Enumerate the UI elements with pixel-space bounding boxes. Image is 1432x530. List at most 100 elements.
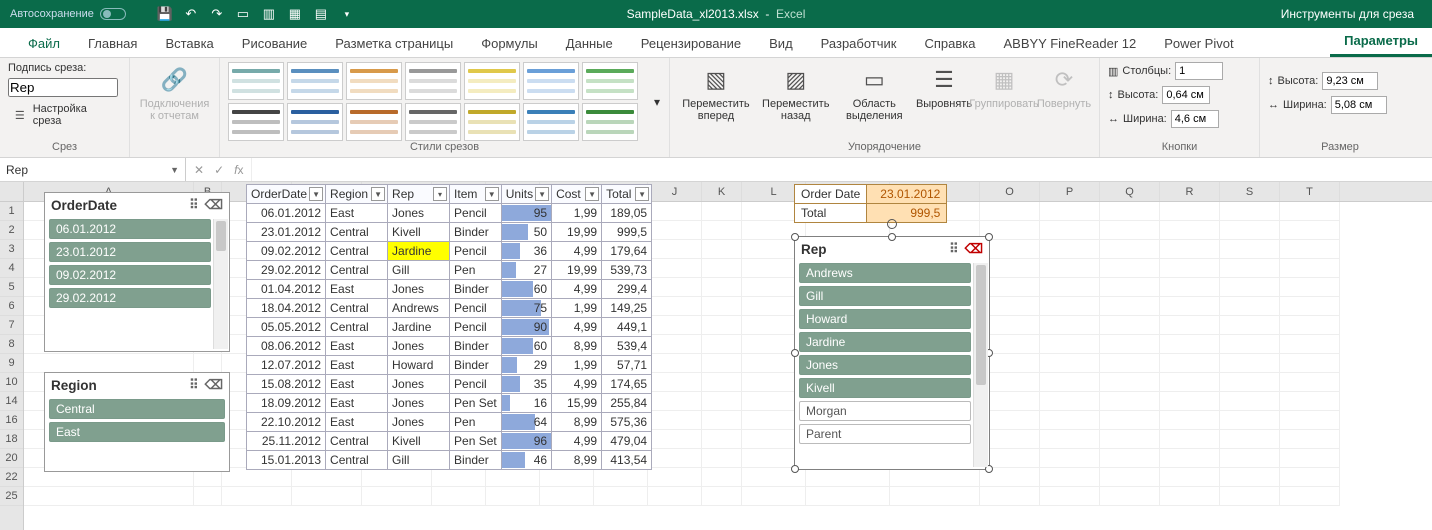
filter-dropdown-icon[interactable]: ▼ xyxy=(371,187,385,201)
table-row[interactable]: 18.04.2012CentralAndrewsPencil751,99149,… xyxy=(247,299,652,318)
row-header[interactable]: 5 xyxy=(0,278,23,297)
slicer-item[interactable]: Jardine xyxy=(799,332,971,352)
column-header[interactable]: S xyxy=(1220,182,1280,201)
table-cell[interactable]: 96 xyxy=(501,432,551,451)
slicer-item[interactable]: Jones xyxy=(799,355,971,375)
table-cell[interactable]: 15,99 xyxy=(552,394,602,413)
table-cell[interactable]: Central xyxy=(326,451,388,470)
tab-review[interactable]: Рецензирование xyxy=(627,30,755,57)
tab-abbyy[interactable]: ABBYY FineReader 12 xyxy=(989,30,1150,57)
slicer-item[interactable]: 06.01.2012 xyxy=(49,219,211,239)
table-cell[interactable]: Jardine xyxy=(388,242,450,261)
column-header[interactable]: Q xyxy=(1100,182,1160,201)
table-cell[interactable]: Central xyxy=(326,261,388,280)
table-cell[interactable]: Pencil xyxy=(450,204,502,223)
tab-draw[interactable]: Рисование xyxy=(228,30,321,57)
table-cell[interactable]: Pen xyxy=(450,261,502,280)
table-cell[interactable]: 255,84 xyxy=(602,394,652,413)
multiselect-icon[interactable]: ⠿ xyxy=(949,241,959,257)
row-header[interactable]: 2 xyxy=(0,221,23,240)
table-cell[interactable]: 299,4 xyxy=(602,280,652,299)
row-header[interactable]: 10 xyxy=(0,373,23,392)
name-box[interactable]: Rep▼ xyxy=(0,158,186,181)
table-cell[interactable]: 27 xyxy=(501,261,551,280)
table-cell[interactable]: 4,99 xyxy=(552,242,602,261)
slicer-item[interactable]: Gill xyxy=(799,286,971,306)
qat-icon[interactable]: ▥ xyxy=(260,5,278,23)
table-cell[interactable]: Central xyxy=(326,299,388,318)
table-cell[interactable]: 05.05.2012 xyxy=(247,318,326,337)
chevron-down-icon[interactable]: ▼ xyxy=(170,165,179,175)
filter-dropdown-icon[interactable]: ▼ xyxy=(309,187,323,201)
slicer-caption-input[interactable] xyxy=(8,78,118,97)
table-row[interactable]: 08.06.2012EastJonesBinder608,99539,4 xyxy=(247,337,652,356)
scrollbar[interactable] xyxy=(213,219,228,349)
table-cell[interactable]: Kivell xyxy=(388,432,450,451)
table-cell[interactable]: Gill xyxy=(388,261,450,280)
table-cell[interactable]: Jones xyxy=(388,337,450,356)
slicer-style-gallery[interactable] xyxy=(228,62,648,141)
table-cell[interactable]: East xyxy=(326,356,388,375)
selection-pane-button[interactable]: ▭Область выделения xyxy=(838,62,911,124)
column-header[interactable]: J xyxy=(648,182,702,201)
row-header[interactable]: 22 xyxy=(0,468,23,487)
slicer-item[interactable]: East xyxy=(49,422,225,442)
table-cell[interactable]: 08.06.2012 xyxy=(247,337,326,356)
slicer-region[interactable]: Region ⠿⌫ CentralEast xyxy=(44,372,230,472)
tab-insert[interactable]: Вставка xyxy=(151,30,227,57)
table-cell[interactable]: 413,54 xyxy=(602,451,652,470)
filter-dropdown-icon[interactable]: ▼ xyxy=(635,187,649,201)
align-button[interactable]: ☰Выровнять xyxy=(917,62,971,112)
filter-dropdown-icon[interactable]: ▼ xyxy=(585,187,599,201)
table-cell[interactable]: Andrews xyxy=(388,299,450,318)
table-cell[interactable]: Pen Set xyxy=(450,394,502,413)
row-header[interactable]: 18 xyxy=(0,430,23,449)
data-table[interactable]: OrderDate▼Region▼Rep▾Item▼Units▼Cost▼Tot… xyxy=(246,184,652,470)
row-header[interactable]: 25 xyxy=(0,487,23,506)
row-header[interactable]: 20 xyxy=(0,449,23,468)
table-row[interactable]: 01.04.2012EastJonesBinder604,99299,4 xyxy=(247,280,652,299)
table-cell[interactable]: 19,99 xyxy=(552,223,602,242)
slicer-rep[interactable]: Rep ⠿⌫ AndrewsGillHowardJardineJonesKive… xyxy=(794,236,990,470)
table-cell[interactable]: 60 xyxy=(501,280,551,299)
table-row[interactable]: 25.11.2012CentralKivellPen Set964,99479,… xyxy=(247,432,652,451)
table-cell[interactable]: Kivell xyxy=(388,223,450,242)
clear-filter-icon[interactable]: ⌫ xyxy=(205,377,223,393)
qat-icon[interactable]: ▭ xyxy=(234,5,252,23)
btn-height-input[interactable] xyxy=(1162,86,1210,104)
table-cell[interactable]: 449,1 xyxy=(602,318,652,337)
column-header[interactable]: O xyxy=(980,182,1040,201)
table-row[interactable]: 06.01.2012EastJonesPencil951,99189,05 xyxy=(247,204,652,223)
column-header-cell[interactable]: Rep▾ xyxy=(388,185,450,204)
table-cell[interactable]: 16 xyxy=(501,394,551,413)
table-cell[interactable]: 4,99 xyxy=(552,432,602,451)
table-cell[interactable]: 19,99 xyxy=(552,261,602,280)
tab-file[interactable]: Файл xyxy=(14,30,74,57)
table-cell[interactable]: Jones xyxy=(388,394,450,413)
row-header[interactable]: 3 xyxy=(0,240,23,259)
table-cell[interactable]: Gill xyxy=(388,451,450,470)
table-row[interactable]: 29.02.2012CentralGillPen2719,99539,73 xyxy=(247,261,652,280)
slicer-settings-button[interactable]: ☰ Настройка среза xyxy=(8,101,121,129)
slicer-item[interactable]: Morgan xyxy=(799,401,971,421)
table-cell[interactable]: Central xyxy=(326,318,388,337)
column-header[interactable]: K xyxy=(702,182,742,201)
report-connections-button[interactable]: 🔗 Подключения к отчетам xyxy=(138,62,211,124)
table-cell[interactable]: 29.02.2012 xyxy=(247,261,326,280)
table-cell[interactable]: Central xyxy=(326,242,388,261)
table-cell[interactable]: Pencil xyxy=(450,375,502,394)
tab-slicer-options[interactable]: Параметры xyxy=(1330,27,1432,57)
table-cell[interactable]: Jones xyxy=(388,280,450,299)
enter-icon[interactable]: ✓ xyxy=(214,163,224,177)
scrollbar[interactable] xyxy=(973,263,988,467)
table-cell[interactable]: 8,99 xyxy=(552,413,602,432)
table-cell[interactable]: 57,71 xyxy=(602,356,652,375)
resize-handle[interactable] xyxy=(791,233,799,241)
table-cell[interactable]: 575,36 xyxy=(602,413,652,432)
resize-handle[interactable] xyxy=(791,349,799,357)
formula-input[interactable] xyxy=(252,158,1432,181)
slicer-item[interactable]: Howard xyxy=(799,309,971,329)
row-header[interactable]: 14 xyxy=(0,392,23,411)
table-cell[interactable]: Pen xyxy=(450,413,502,432)
qat-icon[interactable]: ▤ xyxy=(312,5,330,23)
